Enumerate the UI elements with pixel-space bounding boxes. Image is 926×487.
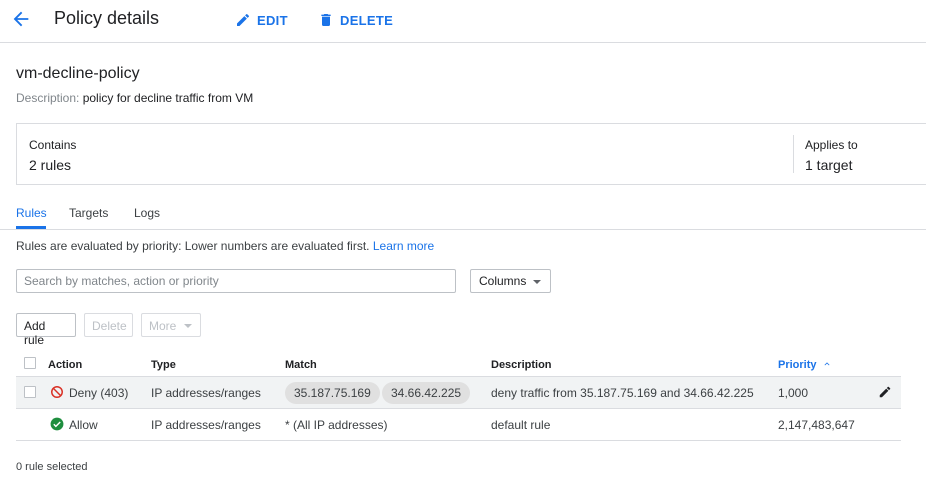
col-type[interactable]: Type xyxy=(151,359,176,371)
rules-table-header: Action Type Match Description Priority xyxy=(16,353,901,377)
more-dropdown[interactable]: More xyxy=(141,313,201,337)
select-all-checkbox[interactable] xyxy=(24,357,36,369)
edit-button[interactable]: EDIT xyxy=(235,12,288,28)
edit-label: EDIT xyxy=(257,12,288,28)
rule-action: Allow xyxy=(69,418,98,432)
add-rule-button[interactable]: Add rule xyxy=(16,313,76,347)
pencil-icon[interactable] xyxy=(878,385,892,399)
deny-icon xyxy=(51,386,63,398)
applies-to-value: 1 target xyxy=(805,157,853,173)
match-chip: 35.187.75.169 xyxy=(285,382,380,404)
rule-type: IP addresses/ranges xyxy=(151,418,261,432)
active-tab-indicator xyxy=(16,226,46,229)
policy-description: Description: policy for decline traffic … xyxy=(16,91,253,105)
applies-to-label: Applies to xyxy=(805,138,858,152)
rule-description: default rule xyxy=(491,418,551,432)
rule-priority: 1,000 xyxy=(778,386,809,400)
more-label: More xyxy=(149,319,177,333)
table-row[interactable]: Deny (403) IP addresses/ranges 35.187.75… xyxy=(16,377,901,409)
rule-priority: 2,147,483,647 xyxy=(778,418,855,432)
search-input[interactable] xyxy=(16,269,456,293)
tab-bar: Rules Targets Logs xyxy=(0,200,926,230)
table-row[interactable]: Allow IP addresses/ranges * (All IP addr… xyxy=(16,409,901,441)
learn-more-link[interactable]: Learn more xyxy=(373,239,434,253)
tab-targets[interactable]: Targets xyxy=(69,206,108,220)
page-title: Policy details xyxy=(54,8,160,28)
description-key: Description: xyxy=(16,91,80,105)
contains-label: Contains xyxy=(29,138,77,152)
col-description[interactable]: Description xyxy=(491,359,552,371)
tab-rules[interactable]: Rules xyxy=(16,206,47,220)
page-header: Policy details EDIT DELETE xyxy=(0,0,926,43)
back-arrow-icon[interactable] xyxy=(10,8,32,30)
description-value: policy for decline traffic from VM xyxy=(82,91,254,105)
columns-label: Columns xyxy=(479,274,527,288)
pencil-icon xyxy=(237,13,250,26)
allow-check-icon xyxy=(50,417,64,431)
rules-info-text: Rules are evaluated by priority: Lower n… xyxy=(16,239,370,253)
summary-card: Contains 2 rules Applies to 1 target xyxy=(16,123,926,185)
col-priority[interactable]: Priority xyxy=(778,359,832,371)
chevron-down-icon xyxy=(184,324,192,328)
summary-divider xyxy=(793,135,794,173)
delete-rule-button[interactable]: Delete xyxy=(84,313,133,337)
selection-status: 0 rule selected xyxy=(16,461,88,473)
columns-dropdown[interactable]: Columns xyxy=(470,269,551,293)
tab-logs[interactable]: Logs xyxy=(134,206,160,220)
rule-match: * (All IP addresses) xyxy=(285,418,388,432)
trash-icon xyxy=(321,14,331,26)
contains-value: 2 rules xyxy=(29,157,72,173)
chevron-down-icon xyxy=(533,280,541,284)
col-priority-label: Priority xyxy=(778,359,817,371)
rule-action: Deny (403) xyxy=(69,386,129,400)
rules-info: Rules are evaluated by priority: Lower n… xyxy=(16,239,434,253)
col-action[interactable]: Action xyxy=(48,359,82,371)
col-match[interactable]: Match xyxy=(285,359,317,371)
match-chip: 34.66.42.225 xyxy=(382,382,471,404)
rule-description: deny traffic from 35.187.75.169 and 34.6… xyxy=(491,386,754,400)
delete-label: DELETE xyxy=(340,12,394,28)
policy-name: vm-decline-policy xyxy=(16,65,140,82)
row-checkbox[interactable] xyxy=(24,386,36,398)
sort-ascending-icon xyxy=(824,362,830,366)
delete-button[interactable]: DELETE xyxy=(318,12,393,28)
rule-type: IP addresses/ranges xyxy=(151,386,261,400)
